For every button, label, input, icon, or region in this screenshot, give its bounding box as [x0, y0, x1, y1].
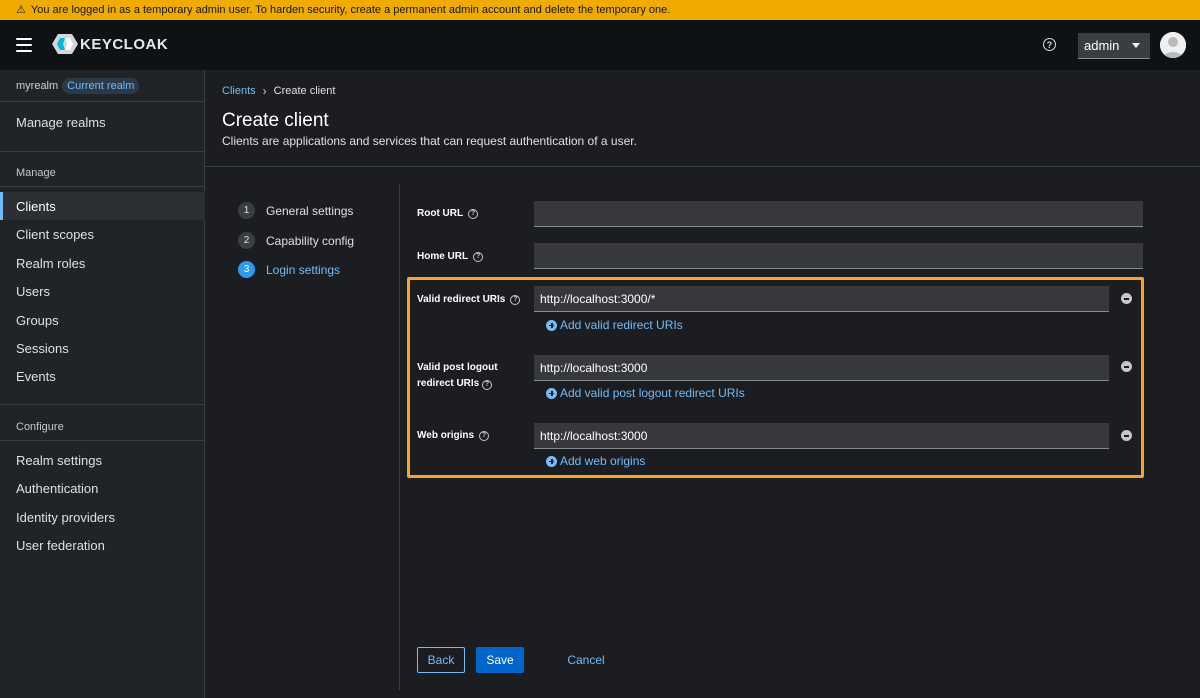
- step-label: Login settings: [266, 262, 341, 277]
- banner-text: You are logged in as a temporary admin u…: [30, 4, 671, 16]
- step-label: Capability config: [266, 233, 355, 248]
- help-icon[interactable]: ?: [473, 252, 484, 262]
- warning-icon: ⚠: [16, 3, 26, 16]
- current-realm-badge: Current realm: [62, 78, 140, 94]
- post-logout-label-line-1: Valid post logout: [417, 362, 498, 373]
- sidebar-item-clients[interactable]: Clients: [0, 192, 205, 220]
- sidebar-item-manage-realms[interactable]: Manage realms: [0, 108, 205, 136]
- caret-down-icon: [1132, 43, 1140, 48]
- wizard-step-login-settings[interactable]: 3 Login settings: [238, 261, 388, 278]
- step-number: 3: [238, 261, 255, 278]
- sidebar-item-user-federation[interactable]: User federation: [0, 531, 205, 559]
- breadcrumb: Clients › Create client: [222, 84, 335, 98]
- sidebar-item-realm-settings[interactable]: Realm settings: [0, 446, 205, 474]
- home-url-input[interactable]: [534, 243, 1143, 269]
- realm-name: myrealm: [16, 80, 59, 92]
- cancel-button[interactable]: Cancel: [558, 647, 614, 673]
- breadcrumb-clients-link[interactable]: Clients: [222, 85, 256, 97]
- help-icon[interactable]: ?: [1043, 38, 1056, 51]
- root-url-label: Root URL ?: [417, 206, 479, 222]
- step-label: General settings: [266, 203, 354, 218]
- user-name: admin: [1084, 38, 1120, 53]
- sidebar-item-realm-roles[interactable]: Realm roles: [0, 249, 205, 277]
- redirect-uri-input[interactable]: [534, 286, 1109, 312]
- wizard-step-general-settings[interactable]: 1 General settings: [238, 202, 388, 219]
- home-url-label: Home URL ?: [417, 249, 484, 265]
- keycloak-logo[interactable]: KEYCLOAK: [52, 34, 168, 54]
- step-number: 1: [238, 202, 255, 219]
- realm-selector[interactable]: myrealm Current realm: [16, 78, 140, 94]
- help-icon[interactable]: ?: [510, 295, 521, 305]
- help-icon[interactable]: ?: [479, 431, 490, 441]
- home-url-label-text: Home URL: [417, 251, 469, 262]
- sidebar-section-configure: Configure: [16, 421, 64, 433]
- root-url-input[interactable]: [534, 201, 1143, 227]
- remove-web-origin-icon[interactable]: [1121, 430, 1132, 441]
- user-dropdown[interactable]: admin: [1078, 33, 1150, 59]
- web-origins-label: Web origins ?: [417, 428, 490, 444]
- wizard-step-capability-config[interactable]: 2 Capability config: [238, 232, 388, 249]
- avatar[interactable]: [1160, 32, 1186, 58]
- web-origin-input[interactable]: [534, 423, 1109, 449]
- sidebar-item-sessions[interactable]: Sessions: [0, 334, 205, 362]
- back-button[interactable]: Back: [417, 647, 465, 673]
- user-avatar-icon: [1160, 32, 1186, 58]
- root-url-label-text: Root URL: [417, 208, 464, 219]
- hamburger-menu-icon[interactable]: [16, 38, 32, 52]
- plus-circle-icon: [546, 455, 557, 467]
- header-divider: [205, 166, 1200, 167]
- wizard-divider: [399, 184, 400, 690]
- add-post-logout-uri-button[interactable]: Add valid post logout redirect URIs: [546, 386, 745, 400]
- sidebar-divider: [0, 440, 205, 441]
- sidebar: myrealm Current realm Manage realms Mana…: [0, 70, 205, 698]
- temporary-admin-banner: ⚠ You are logged in as a temporary admin…: [0, 0, 1200, 20]
- help-icon[interactable]: ?: [468, 209, 479, 219]
- sidebar-item-users[interactable]: Users: [0, 277, 205, 305]
- sidebar-item-identity-providers[interactable]: Identity providers: [0, 503, 205, 531]
- sidebar-section-manage: Manage: [16, 167, 56, 179]
- add-web-origin-button[interactable]: Add web origins: [546, 454, 645, 468]
- post-logout-redirect-uri-input[interactable]: [534, 355, 1109, 381]
- sidebar-divider: [0, 151, 205, 152]
- add-post-logout-uri-label: Add valid post logout redirect URIs: [560, 386, 745, 400]
- sidebar-divider: [0, 186, 205, 187]
- web-origins-label-text: Web origins: [417, 430, 475, 441]
- remove-redirect-uri-icon[interactable]: [1121, 293, 1132, 304]
- breadcrumb-current: Create client: [273, 85, 336, 97]
- keycloak-logo-icon: [52, 34, 78, 54]
- sidebar-item-events[interactable]: Events: [0, 362, 205, 390]
- post-logout-label-text: Valid post logout redirect URIs ?: [417, 360, 498, 392]
- sidebar-item-client-scopes[interactable]: Client scopes: [0, 220, 205, 248]
- add-redirect-uri-label: Add valid redirect URIs: [560, 318, 683, 332]
- sidebar-divider: [0, 404, 205, 405]
- plus-circle-icon: [546, 387, 557, 399]
- add-redirect-uri-button[interactable]: Add valid redirect URIs: [546, 318, 683, 332]
- help-icon[interactable]: ?: [482, 380, 493, 390]
- post-logout-label-line-2: redirect URIs: [417, 378, 480, 389]
- redirect-uris-label-text: Valid redirect URIs: [417, 294, 506, 305]
- step-number: 2: [238, 232, 255, 249]
- save-button[interactable]: Save: [476, 647, 524, 673]
- masthead: KEYCLOAK ? admin: [0, 20, 1200, 70]
- plus-circle-icon: [546, 319, 557, 331]
- remove-post-logout-uri-icon[interactable]: [1121, 361, 1132, 372]
- post-logout-label: Valid post logout redirect URIs ?: [417, 360, 498, 392]
- brand-name: KEYCLOAK: [80, 35, 169, 53]
- chevron-right-icon: ›: [262, 84, 267, 98]
- add-web-origin-label: Add web origins: [560, 454, 646, 468]
- redirect-uris-label: Valid redirect URIs ?: [417, 292, 521, 308]
- sidebar-item-authentication[interactable]: Authentication: [0, 474, 205, 502]
- page-description: Clients are applications and services th…: [222, 134, 637, 148]
- page-title: Create client: [222, 110, 329, 131]
- sidebar-item-groups[interactable]: Groups: [0, 306, 205, 334]
- sidebar-divider: [0, 101, 205, 102]
